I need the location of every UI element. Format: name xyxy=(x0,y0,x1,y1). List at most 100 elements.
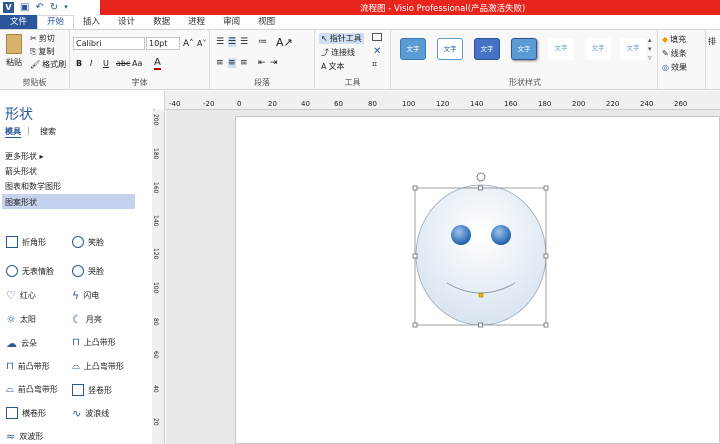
rectangle-tool-icon[interactable] xyxy=(372,33,382,41)
paste-button[interactable]: 粘贴 xyxy=(6,57,22,68)
decrease-indent-icon[interactable]: ⇤ xyxy=(258,58,266,68)
connection-point-icon[interactable]: ⌗ xyxy=(372,60,377,70)
shape-smiley[interactable]: 笑脸 xyxy=(72,236,104,248)
shrink-font-icon[interactable]: A˅ xyxy=(197,39,206,48)
pointer-tool-button[interactable]: ↖ 指针工具 xyxy=(319,33,364,44)
rotate-handle-icon[interactable] xyxy=(476,172,486,182)
text-direction-icon[interactable]: A↗ xyxy=(276,36,293,49)
strikethrough-button[interactable]: abc xyxy=(116,59,130,68)
line-icon: ✎ xyxy=(662,49,669,58)
control-handle[interactable] xyxy=(478,292,484,298)
quick-access-toolbar: V ▣ ↶ ↻ ▾ xyxy=(0,0,100,15)
tools-group: ↖ 指针工具 ⤴ 连接线 A 文本 ✕ ⌗ 工具 xyxy=(315,30,391,90)
italic-button[interactable]: I xyxy=(90,59,92,68)
shape-curved-front-ribbon[interactable]: ⌓ 前凸弯带形 xyxy=(6,384,58,395)
redo-icon[interactable]: ↻ xyxy=(50,0,58,15)
font-group: Calibri 10pt A˄ A˅ B I U abc Aa A 字体 xyxy=(70,30,210,90)
ruler-tick: 20 xyxy=(268,100,277,108)
close-shape-icon[interactable]: ✕ xyxy=(373,46,381,57)
shape-wave[interactable]: ∿ 波浪线 xyxy=(72,407,109,420)
right-eye xyxy=(491,225,511,245)
style-button-5[interactable]: 文字 xyxy=(548,38,574,60)
shape-cloud[interactable]: ☁ 云朵 xyxy=(6,337,37,350)
style-button-1[interactable]: 文字 xyxy=(400,38,426,60)
shape-horizontal-scroll[interactable]: 横卷形 xyxy=(6,407,46,419)
shape-neutral-face[interactable]: 无表情脸 xyxy=(6,265,54,277)
font-color-button[interactable]: A xyxy=(154,57,161,70)
align-left-icon[interactable]: ≡ xyxy=(216,58,224,68)
underline-button[interactable]: U xyxy=(103,59,109,68)
copy-button[interactable]: ⎘ 复制 xyxy=(30,46,54,57)
font-name-dropdown[interactable]: Calibri xyxy=(73,37,145,50)
increase-indent-icon[interactable]: ⇥ xyxy=(270,58,278,68)
ruler-tick: 120 xyxy=(152,248,159,260)
left-eye xyxy=(451,225,471,245)
style-button-2[interactable]: 文字 xyxy=(437,38,463,60)
tab-file[interactable]: 文件 xyxy=(0,15,38,29)
style-button-7[interactable]: 文字 xyxy=(620,38,646,60)
bold-button[interactable]: B xyxy=(76,59,82,68)
shape-heart[interactable]: ♡ 红心 xyxy=(6,289,36,302)
connector-icon: ⤴ xyxy=(321,48,329,57)
tab-process[interactable]: 进程 xyxy=(179,15,214,29)
save-icon[interactable]: ▣ xyxy=(20,0,29,15)
shape-folded-corner[interactable]: 折角形 xyxy=(6,236,46,248)
fill-button[interactable]: ◆ 填充 xyxy=(662,34,686,45)
horizontal-scroll-icon xyxy=(6,407,18,419)
text-tool-button[interactable]: A 文本 xyxy=(321,61,344,72)
effects-button[interactable]: ◎ 效果 xyxy=(662,62,687,73)
cut-button[interactable]: ✂ 剪切 xyxy=(30,33,55,44)
shape-curved-up-ribbon[interactable]: ⌓ 上凸弯带形 xyxy=(72,361,124,372)
clipboard-group: 粘贴 ✂ 剪切 ⎘ 复制 🖌 格式刷 剪贴板 xyxy=(0,30,70,90)
align-middle-icon[interactable]: ☰ xyxy=(228,37,237,47)
category-arrows[interactable]: 箭头形状 xyxy=(5,166,37,177)
change-case-button[interactable]: Aa xyxy=(132,59,142,68)
align-top-icon[interactable]: ☰ xyxy=(216,37,224,47)
shape-up-ribbon[interactable]: ⊓ 上凸带形 xyxy=(72,337,116,348)
arrange-button[interactable]: 排 xyxy=(708,36,720,47)
shape-vertical-scroll[interactable]: 竖卷形 xyxy=(72,384,112,396)
tab-home[interactable]: 开始 xyxy=(37,15,75,29)
shape-sun[interactable]: ☼ 太阳 xyxy=(6,313,36,326)
align-right-icon[interactable]: ≡ xyxy=(240,58,248,68)
connector-tool-button[interactable]: ⤴ 连接线 xyxy=(321,47,355,58)
shape-styles-label: 形状样式 xyxy=(509,78,541,87)
category-more-shapes[interactable]: 更多形状 ▸ xyxy=(5,151,44,162)
align-center-icon[interactable]: ≡ xyxy=(228,58,236,68)
undo-icon[interactable]: ↶ xyxy=(35,0,43,15)
grow-font-icon[interactable]: A˄ xyxy=(183,39,194,49)
font-size-dropdown[interactable]: 10pt xyxy=(146,37,180,50)
face-circle xyxy=(415,184,547,326)
shape-moon[interactable]: ☾ 月亮 xyxy=(72,313,102,326)
shape-sad-face[interactable]: 哭脸 xyxy=(72,265,104,277)
customize-icon[interactable]: ▾ xyxy=(64,0,68,15)
wave-icon: ∿ xyxy=(72,407,82,420)
tab-search[interactable]: 搜索 xyxy=(40,126,56,137)
category-charts[interactable]: 图表和数学图形 xyxy=(5,181,61,192)
align-bottom-icon[interactable]: ☰ xyxy=(240,37,248,47)
style-button-4[interactable]: 文字 xyxy=(511,38,537,60)
tab-design[interactable]: 设计 xyxy=(109,15,144,29)
category-pattern-shapes[interactable]: 图案形状 xyxy=(5,197,37,208)
tab-view[interactable]: 视图 xyxy=(249,15,284,29)
shape-double-wave[interactable]: ≈ 双波形 xyxy=(6,430,43,443)
tab-review[interactable]: 审阅 xyxy=(214,15,249,29)
smiley-shape[interactable] xyxy=(405,170,555,335)
tab-stencils[interactable]: 模具 xyxy=(5,126,21,138)
line-button[interactable]: ✎ 线条 xyxy=(662,48,687,59)
heart-icon: ♡ xyxy=(6,289,16,302)
tab-insert[interactable]: 插入 xyxy=(74,15,109,29)
vertical-ruler: 200 180 160 140 120 100 80 60 40 20 xyxy=(152,110,165,444)
paste-icon[interactable] xyxy=(6,34,22,54)
style-button-3[interactable]: 文字 xyxy=(474,38,500,60)
shape-lightning[interactable]: ϟ 闪电 xyxy=(72,289,99,302)
styles-scroll-icon[interactable]: ▴ ▾ ▿ xyxy=(648,36,652,63)
style-button-6[interactable]: 文字 xyxy=(585,38,611,60)
brush-icon: 🖌 xyxy=(30,60,41,69)
tab-data[interactable]: 数据 xyxy=(144,15,179,29)
shape-front-ribbon[interactable]: ⊓ 前凸带形 xyxy=(6,361,50,372)
ruler-tick: 120 xyxy=(436,100,450,108)
front-ribbon-icon: ⊓ xyxy=(6,361,14,372)
bullets-icon[interactable]: ≔ xyxy=(258,37,267,47)
format-painter-button[interactable]: 🖌 格式刷 xyxy=(30,59,66,70)
